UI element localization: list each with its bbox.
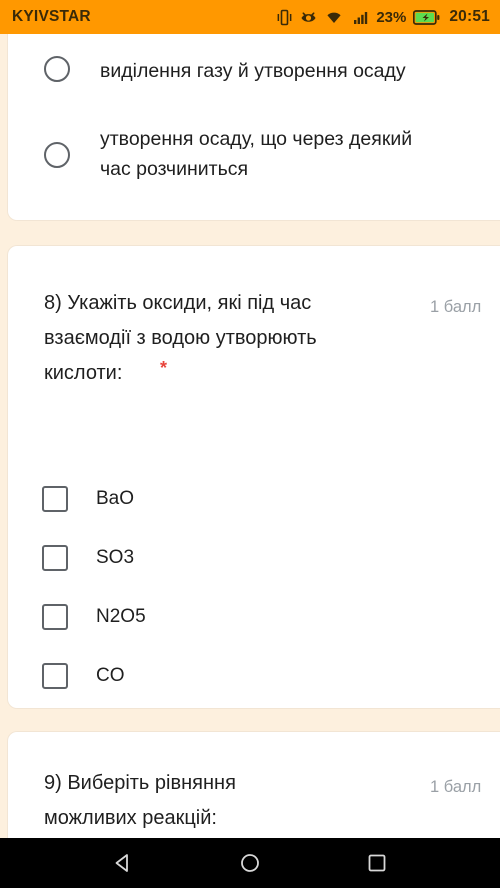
recents-square-icon: [368, 854, 386, 872]
question-9-points-badge: 1 балл: [430, 778, 482, 796]
question-card-7: виділення газу й утворення осаду утворен…: [8, 28, 500, 220]
back-triangle-icon: [115, 854, 129, 872]
question-9-header: 9) Виберіть рівняння можливих реакцій:: [44, 766, 500, 836]
radio-option-row[interactable]: виділення газу й утворення осаду: [44, 56, 484, 86]
question-card-8: 8) Укажіть оксиди, які під час взаємодії…: [8, 246, 500, 708]
checkbox-option-label: BaO: [96, 488, 135, 509]
checkbox-option-row[interactable]: BaO: [42, 486, 482, 512]
eye-comfort-icon: [299, 9, 318, 25]
radio-option-row[interactable]: утворення осаду, що через деякий час роз…: [44, 124, 484, 184]
phone-screen: виділення газу й утворення осаду утворен…: [0, 0, 500, 888]
carrier-label: KYIVSTAR: [12, 8, 91, 25]
home-button[interactable]: [220, 838, 280, 888]
question-8-text: 8) Укажіть оксиди, які під час взаємодії…: [44, 292, 317, 384]
checkbox-unchecked-icon[interactable]: [42, 486, 68, 512]
wifi-icon: [325, 10, 343, 24]
checkbox-option-label: SO3: [96, 547, 135, 568]
clock-label: 20:51: [449, 8, 490, 25]
battery-charging-icon: [413, 9, 440, 25]
back-button[interactable]: [93, 838, 153, 888]
checkbox-option-label: CO: [96, 665, 125, 686]
checkbox-option-label: N2O5: [96, 606, 146, 627]
required-asterisk: *: [160, 358, 168, 378]
android-navigation-bar: [0, 838, 500, 888]
signal-bars-icon: [354, 10, 369, 24]
question-8-points-badge: 1 балл: [430, 298, 482, 316]
question-9-text: 9) Виберіть рівняння можливих реакцій:: [44, 772, 236, 829]
status-icons: 23% 20:51: [277, 8, 490, 26]
radio-option-label: утворення осаду, що через деякий час роз…: [100, 128, 413, 180]
battery-percent-label: 23%: [376, 8, 407, 26]
status-bar: KYIVSTAR 23% 20:51: [0, 0, 500, 34]
home-circle-icon: [241, 854, 259, 872]
recents-button[interactable]: [347, 838, 407, 888]
checkbox-unchecked-icon[interactable]: [42, 604, 68, 630]
checkbox-option-row[interactable]: CO: [42, 663, 482, 689]
form-scroll-area[interactable]: виділення газу й утворення осаду утворен…: [0, 28, 500, 888]
radio-button-unchecked-icon[interactable]: [44, 142, 70, 168]
checkbox-unchecked-icon[interactable]: [42, 663, 68, 689]
vibrate-icon: [277, 9, 292, 26]
radio-option-label: виділення газу й утворення осаду: [100, 60, 406, 82]
checkbox-option-row[interactable]: N2O5: [42, 604, 482, 630]
radio-button-unchecked-icon[interactable]: [44, 56, 70, 82]
checkbox-unchecked-icon[interactable]: [42, 545, 68, 571]
checkbox-option-row[interactable]: SO3: [42, 545, 482, 571]
